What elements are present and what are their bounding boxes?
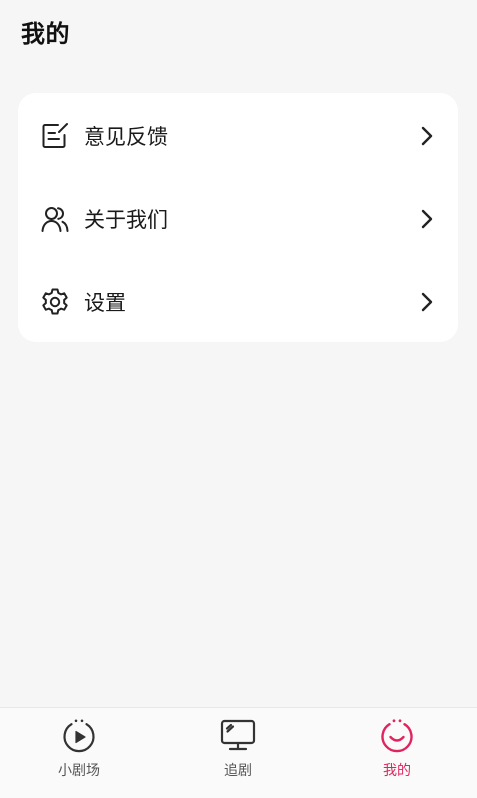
users-icon: [40, 204, 70, 234]
profile-page: 我的 意见反馈 关于我们 设置 小剧场 追剧 我的: [0, 0, 477, 798]
play-circle-icon: [59, 716, 99, 756]
tv-icon: [218, 716, 258, 756]
tab-label: 小剧场: [58, 763, 100, 779]
menu-item-label: 设置: [84, 291, 126, 315]
tab-label: 追剧: [224, 763, 252, 779]
page-title: 我的: [21, 20, 70, 48]
chevron-right-icon: [418, 291, 436, 313]
menu-item-label: 意见反馈: [84, 125, 168, 149]
feedback-edit-icon: [40, 121, 70, 151]
tab-following[interactable]: 追剧: [178, 708, 298, 798]
gear-icon: [40, 287, 70, 317]
tab-theater[interactable]: 小剧场: [19, 708, 139, 798]
menu-item-label: 关于我们: [84, 208, 168, 232]
tab-mine[interactable]: 我的: [337, 708, 457, 798]
smile-icon: [377, 716, 417, 756]
bottom-tab-bar: 小剧场 追剧 我的: [0, 707, 477, 798]
menu-item-settings[interactable]: 设置: [18, 272, 458, 332]
menu-card: 意见反馈 关于我们 设置: [18, 93, 458, 342]
chevron-right-icon: [418, 125, 436, 147]
menu-item-feedback[interactable]: 意见反馈: [18, 106, 458, 166]
chevron-right-icon: [418, 208, 436, 230]
menu-item-about[interactable]: 关于我们: [18, 189, 458, 249]
tab-label: 我的: [383, 763, 411, 779]
